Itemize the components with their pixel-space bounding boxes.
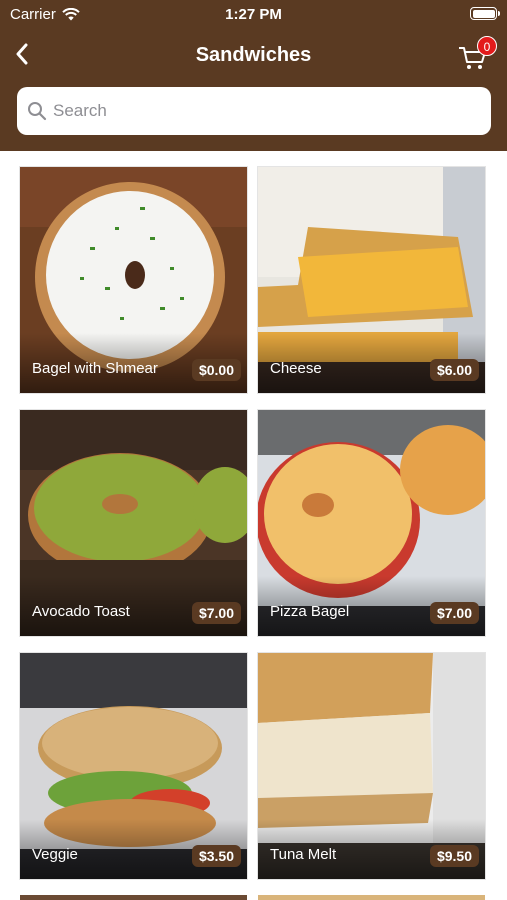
- status-bar: Carrier 1:27 PM: [0, 0, 507, 28]
- product-card-partial[interactable]: [20, 895, 247, 900]
- product-card-bagel-with-shmear[interactable]: Bagel with Shmear $0.00: [20, 167, 247, 393]
- product-price: $7.00: [429, 602, 479, 624]
- product-name: Avocado Toast: [32, 603, 130, 620]
- product-price: $0.00: [191, 359, 241, 381]
- product-name: Veggie: [32, 846, 78, 863]
- product-name: Cheese: [270, 360, 322, 377]
- product-name: Pizza Bagel: [270, 603, 350, 620]
- nav-bar: Sandwiches 0: [0, 30, 507, 80]
- product-price: $9.50: [429, 845, 479, 867]
- battery-icon: [470, 7, 500, 20]
- product-price: $3.50: [191, 845, 241, 867]
- header: Carrier 1:27 PM Sandwiches 0: [0, 0, 507, 151]
- cart-button[interactable]: 0: [457, 36, 497, 72]
- product-card-partial[interactable]: [258, 895, 485, 900]
- cart-count-badge: 0: [477, 36, 497, 56]
- search-bar[interactable]: [17, 87, 491, 135]
- product-name: Bagel with Shmear: [32, 360, 158, 377]
- product-name: Tuna Melt: [270, 846, 337, 863]
- product-card-avocado-toast[interactable]: Avocado Toast $7.00: [20, 410, 247, 636]
- product-card-tuna-melt[interactable]: Tuna Melt $9.50: [258, 653, 485, 879]
- page-title: Sandwiches: [195, 44, 312, 66]
- product-price: $6.00: [429, 359, 479, 381]
- search-input[interactable]: [53, 101, 473, 121]
- status-time: 1:27 PM: [225, 6, 282, 23]
- search-icon: [28, 102, 47, 121]
- product-card-cheese[interactable]: Cheese $6.00: [258, 167, 485, 393]
- product-card-pizza-bagel[interactable]: Pizza Bagel $7.00: [258, 410, 485, 636]
- product-card-veggie[interactable]: Veggie $3.50: [20, 653, 247, 879]
- product-price: $7.00: [191, 602, 241, 624]
